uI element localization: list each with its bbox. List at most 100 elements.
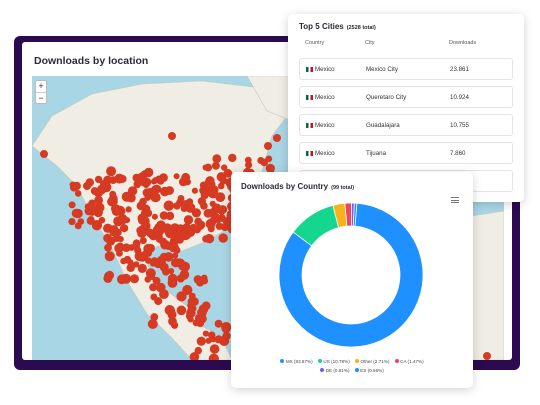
map-marker[interactable]: [144, 167, 154, 178]
map-marker[interactable]: [122, 243, 131, 252]
map-marker[interactable]: [191, 187, 198, 194]
map-marker[interactable]: [109, 197, 118, 206]
map-marker[interactable]: [139, 237, 147, 245]
map-marker[interactable]: [163, 200, 174, 211]
map-marker[interactable]: [188, 223, 199, 234]
map-marker[interactable]: [83, 182, 91, 190]
map-marker[interactable]: [168, 317, 177, 326]
map-marker[interactable]: [77, 218, 85, 225]
map-marker[interactable]: [165, 186, 175, 195]
map-marker[interactable]: [133, 243, 140, 250]
map-marker[interactable]: [68, 218, 76, 226]
map-marker[interactable]: [208, 331, 216, 339]
map-marker[interactable]: [216, 172, 227, 182]
map-marker[interactable]: [106, 166, 117, 177]
map-marker[interactable]: [157, 256, 165, 264]
map-marker[interactable]: [204, 163, 213, 172]
map-marker[interactable]: [150, 193, 160, 203]
map-marker[interactable]: [116, 250, 123, 257]
map-marker[interactable]: [176, 305, 187, 316]
table-row[interactable]: Mexico Queretaro City 10.924: [299, 86, 513, 108]
map-marker[interactable]: [142, 177, 152, 187]
map-marker[interactable]: [205, 218, 216, 229]
map-marker[interactable]: [117, 236, 124, 243]
map-marker[interactable]: [167, 278, 178, 288]
map-marker[interactable]: [176, 198, 184, 206]
map-marker[interactable]: [159, 211, 169, 220]
map-marker[interactable]: [215, 217, 222, 224]
map-marker[interactable]: [183, 215, 194, 225]
map-marker[interactable]: [196, 319, 205, 328]
map-marker[interactable]: [93, 187, 104, 198]
map-marker[interactable]: [105, 253, 112, 260]
map-marker[interactable]: [150, 293, 158, 301]
map-marker[interactable]: [178, 177, 188, 187]
map-marker[interactable]: [187, 316, 194, 323]
map-marker[interactable]: [201, 301, 211, 311]
map-marker[interactable]: [221, 322, 232, 333]
map-marker[interactable]: [130, 274, 139, 284]
map-marker[interactable]: [200, 202, 208, 210]
table-row[interactable]: Mexico Tijuana 7.860: [299, 142, 513, 164]
legend-item[interactable]: CA (1.47%): [394, 359, 424, 364]
map-marker[interactable]: [176, 274, 185, 283]
map-marker[interactable]: [173, 173, 180, 180]
map-marker[interactable]: [244, 156, 252, 164]
map-marker[interactable]: [176, 291, 187, 302]
map-marker[interactable]: [136, 226, 144, 235]
map-marker[interactable]: [483, 352, 491, 360]
map-marker[interactable]: [190, 297, 199, 306]
map-marker[interactable]: [178, 225, 186, 233]
map-marker[interactable]: [264, 142, 272, 150]
map-marker[interactable]: [175, 235, 184, 244]
map-marker[interactable]: [115, 205, 126, 216]
map-marker[interactable]: [73, 208, 83, 219]
table-row[interactable]: Mexico Mexico City 23.861: [299, 58, 513, 80]
map-marker[interactable]: [160, 239, 171, 250]
map-marker[interactable]: [107, 236, 116, 245]
map-marker[interactable]: [197, 309, 204, 316]
map-marker[interactable]: [117, 274, 127, 285]
map-marker[interactable]: [196, 336, 206, 346]
map-marker[interactable]: [127, 186, 138, 196]
map-marker[interactable]: [202, 235, 210, 243]
map-marker[interactable]: [214, 335, 223, 344]
legend-item[interactable]: DE (0.61%): [320, 368, 349, 373]
map-marker[interactable]: [151, 185, 160, 194]
map-marker[interactable]: [132, 261, 140, 268]
map-marker[interactable]: [170, 223, 180, 233]
map-marker[interactable]: [203, 208, 213, 218]
map-marker[interactable]: [201, 277, 209, 285]
map-marker[interactable]: [69, 183, 79, 192]
map-marker[interactable]: [205, 176, 215, 186]
map-marker[interactable]: [144, 209, 153, 218]
map-marker[interactable]: [197, 223, 205, 230]
map-marker[interactable]: [120, 224, 129, 233]
hamburger-icon[interactable]: [451, 197, 459, 203]
map-marker[interactable]: [149, 283, 158, 292]
legend-item[interactable]: Other (2.71%): [355, 359, 389, 364]
map-marker[interactable]: [68, 201, 76, 209]
map-marker[interactable]: [91, 220, 103, 231]
map-marker[interactable]: [125, 206, 132, 213]
map-marker[interactable]: [40, 150, 48, 158]
map-marker[interactable]: [218, 233, 228, 243]
map-marker[interactable]: [103, 175, 113, 185]
map-marker[interactable]: [123, 255, 132, 264]
map-marker[interactable]: [212, 154, 222, 164]
map-marker[interactable]: [105, 270, 115, 280]
legend-item[interactable]: US (10.78%): [317, 359, 350, 364]
map-marker[interactable]: [178, 262, 187, 271]
map-marker[interactable]: [228, 153, 237, 163]
zoom-out-button[interactable]: −: [36, 92, 46, 103]
map-marker[interactable]: [260, 158, 268, 167]
map-marker[interactable]: [200, 191, 209, 200]
table-row[interactable]: Mexico Guadalajara 10.755: [299, 114, 513, 136]
map-marker[interactable]: [220, 222, 229, 232]
map-marker[interactable]: [147, 319, 158, 329]
map-marker[interactable]: [156, 282, 166, 293]
map-marker[interactable]: [162, 267, 170, 276]
map-marker[interactable]: [209, 344, 220, 354]
map-marker[interactable]: [183, 202, 190, 209]
map-marker[interactable]: [155, 175, 163, 184]
